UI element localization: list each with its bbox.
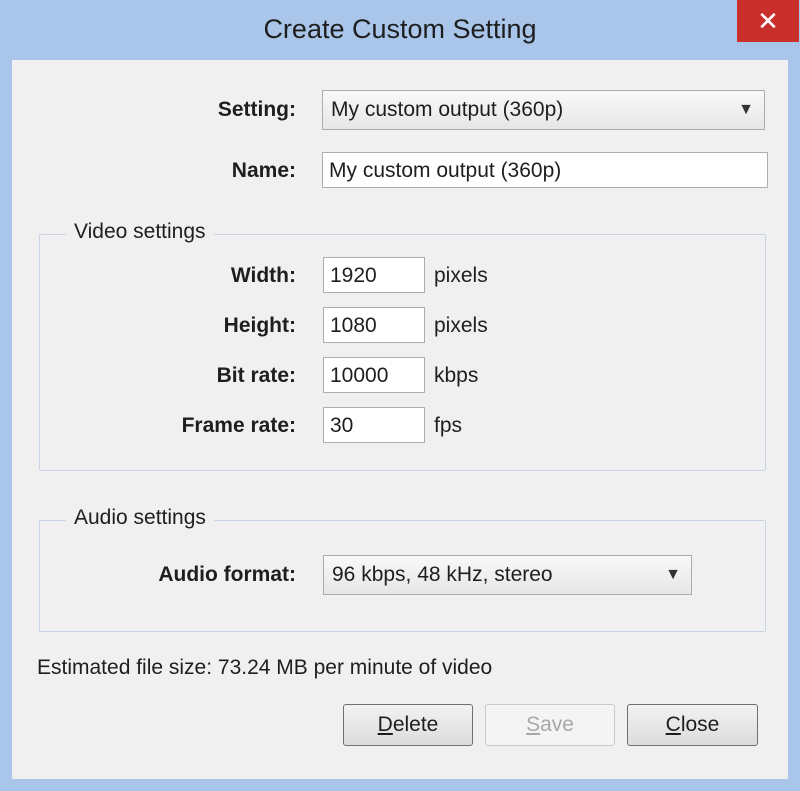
audio-settings-title: Audio settings bbox=[66, 506, 214, 530]
close-button-label: lose bbox=[680, 713, 720, 736]
close-button-mnemonic: C bbox=[665, 713, 681, 736]
height-field[interactable]: 1080 bbox=[323, 307, 425, 343]
framerate-unit: fps bbox=[434, 414, 463, 437]
save-button-label: ave bbox=[540, 713, 574, 736]
window-title: Create Custom Setting bbox=[263, 14, 537, 44]
delete-button[interactable]: Delete bbox=[343, 704, 473, 746]
framerate-label: Frame rate: bbox=[181, 414, 296, 437]
name-label: Name: bbox=[231, 159, 296, 182]
save-button-mnemonic: S bbox=[526, 713, 541, 736]
estimated-file-size: Estimated file size: 73.24 MB per minute… bbox=[37, 656, 493, 679]
title-bar[interactable]: Create Custom Setting ✕ bbox=[0, 0, 800, 60]
chevron-down-icon: ▼ bbox=[665, 566, 681, 583]
video-settings-title: Video settings bbox=[66, 220, 214, 244]
name-field-value: My custom output (360p) bbox=[329, 159, 562, 182]
bitrate-unit: kbps bbox=[434, 364, 479, 387]
dialog-body: Setting: My custom output (360p) ▼ Name:… bbox=[12, 60, 788, 779]
audio-format-dropdown[interactable]: 96 kbps, 48 kHz, stereo ▼ bbox=[323, 555, 692, 595]
height-label: Height: bbox=[223, 314, 296, 337]
bitrate-field-value: 10000 bbox=[330, 364, 389, 387]
audio-format-label: Audio format: bbox=[158, 563, 296, 586]
height-field-value: 1080 bbox=[330, 314, 377, 337]
chevron-down-icon: ▼ bbox=[738, 101, 754, 118]
setting-label: Setting: bbox=[217, 98, 296, 121]
name-field[interactable]: My custom output (360p) bbox=[322, 152, 768, 188]
save-button[interactable]: Save bbox=[485, 704, 615, 746]
window-close-button[interactable]: ✕ bbox=[737, 0, 799, 42]
width-field-value: 1920 bbox=[330, 264, 377, 287]
setting-dropdown[interactable]: My custom output (360p) ▼ bbox=[322, 90, 765, 130]
delete-button-label: elete bbox=[392, 713, 439, 736]
width-unit: pixels bbox=[434, 264, 488, 287]
dialog-window: Create Custom Setting ✕ Setting: My cust… bbox=[0, 0, 800, 791]
bitrate-label: Bit rate: bbox=[216, 364, 296, 387]
close-button[interactable]: Close bbox=[627, 704, 758, 746]
height-unit: pixels bbox=[434, 314, 488, 337]
framerate-field[interactable]: 30 bbox=[323, 407, 425, 443]
audio-format-value: 96 kbps, 48 kHz, stereo bbox=[332, 563, 553, 586]
bitrate-field[interactable]: 10000 bbox=[323, 357, 425, 393]
width-label: Width: bbox=[230, 264, 296, 287]
delete-button-mnemonic: D bbox=[377, 713, 393, 736]
framerate-field-value: 30 bbox=[330, 414, 354, 437]
setting-dropdown-value: My custom output (360p) bbox=[331, 98, 564, 121]
width-field[interactable]: 1920 bbox=[323, 257, 425, 293]
close-icon: ✕ bbox=[757, 5, 779, 36]
